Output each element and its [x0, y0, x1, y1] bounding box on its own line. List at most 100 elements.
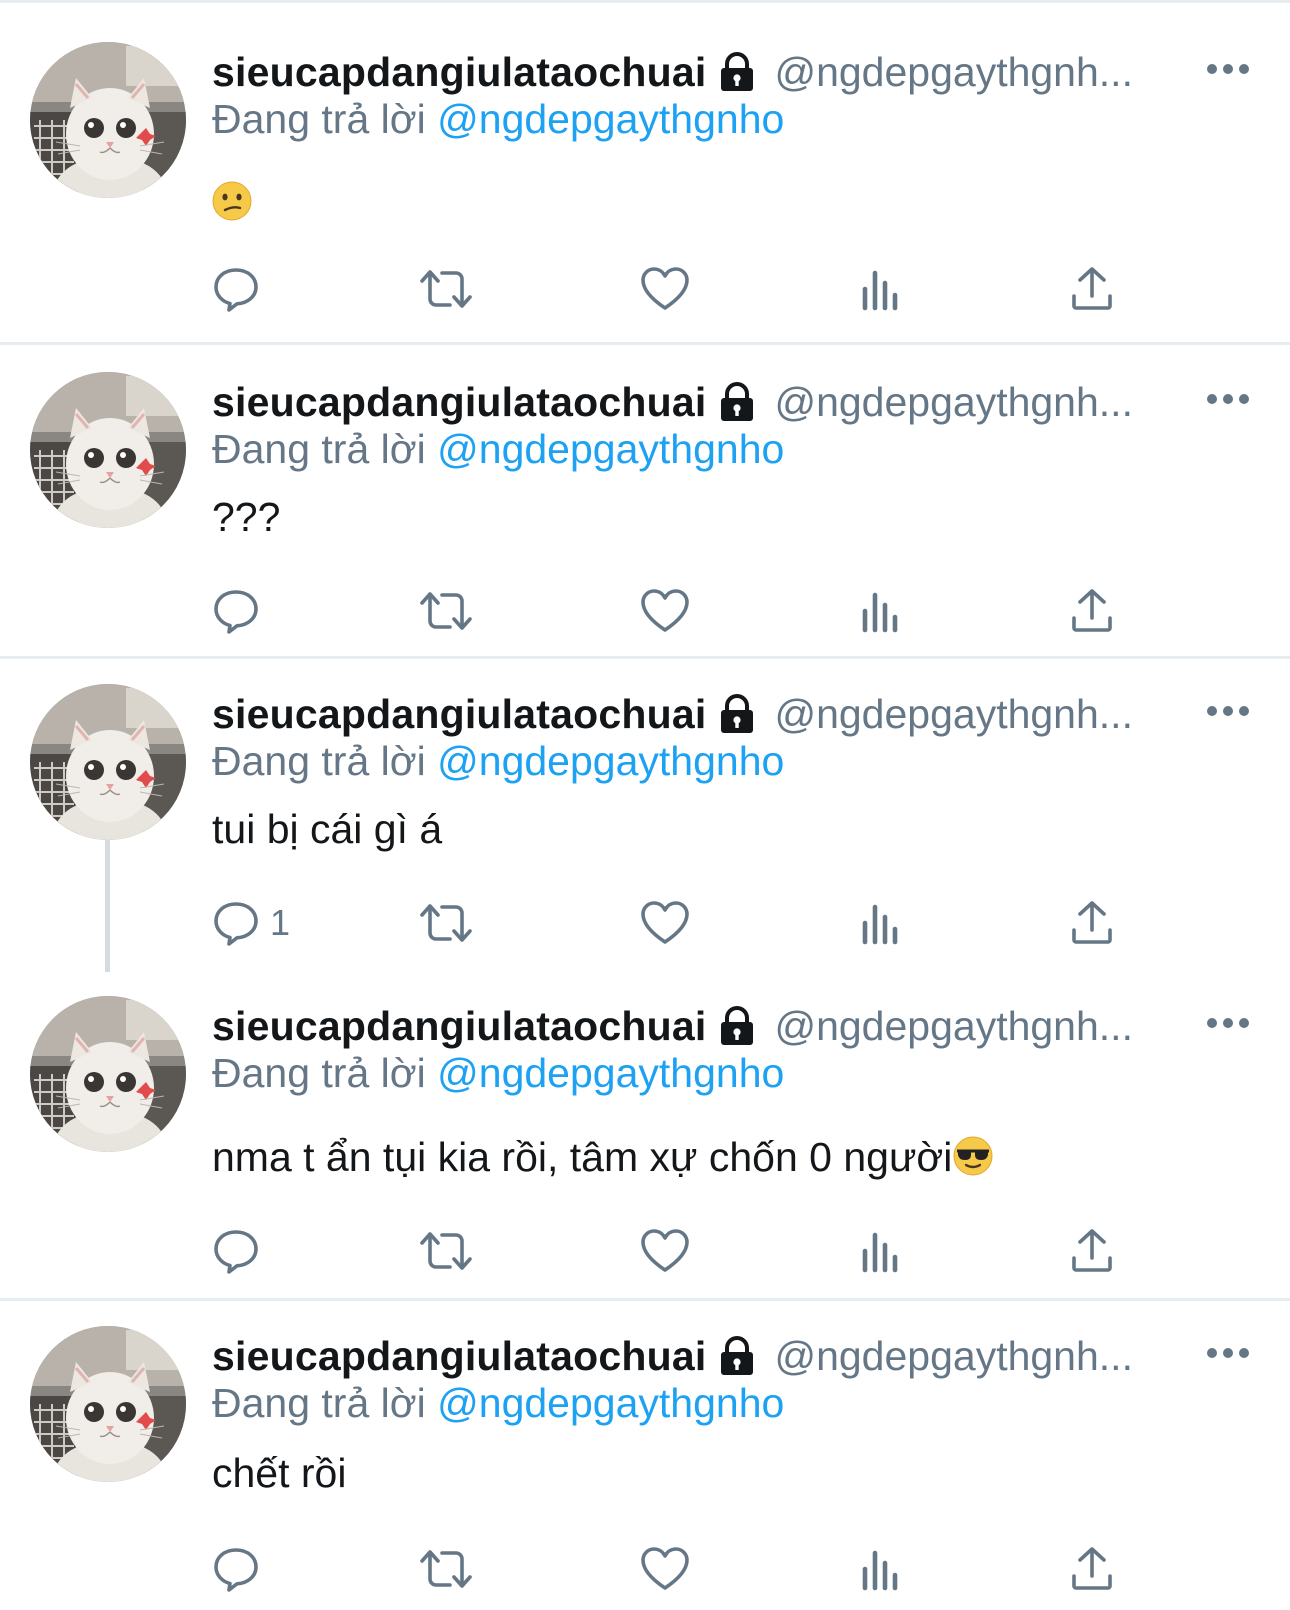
analytics-button[interactable] [860, 264, 900, 314]
more-icon[interactable] [1206, 392, 1250, 404]
analytics-button[interactable] [860, 1544, 900, 1594]
analytics-icon [860, 1547, 900, 1591]
reply-prefix: Đang trả lời [212, 1050, 426, 1096]
reply-mention-link[interactable]: @ngdepgaythgnho [437, 426, 784, 472]
analytics-icon [860, 1229, 900, 1273]
user-handle[interactable]: @ngdepgaythgnh... [774, 379, 1133, 426]
tweet-actions [212, 1544, 1132, 1594]
more-icon[interactable] [1206, 1346, 1250, 1358]
lock-icon [716, 381, 758, 423]
like-button[interactable] [640, 1544, 690, 1594]
tweet[interactable]: sieucapdangiulataochuai @ngdepgaythgnh..… [0, 372, 1290, 652]
lock-icon [716, 51, 758, 93]
tweet-header: sieucapdangiulataochuai @ngdepgaythgnh..… [212, 46, 1252, 98]
tweet-divider [0, 342, 1290, 345]
confused-face-icon [212, 181, 252, 231]
like-button[interactable] [640, 898, 690, 948]
display-name[interactable]: sieucapdangiulataochuai [212, 1003, 706, 1050]
more-icon[interactable] [1206, 62, 1250, 74]
share-icon [1070, 266, 1114, 312]
analytics-icon [860, 267, 900, 311]
more-icon[interactable] [1206, 704, 1250, 716]
lock-icon [716, 693, 758, 735]
display-name[interactable]: sieucapdangiulataochuai [212, 1333, 706, 1380]
reply-prefix: Đang trả lời [212, 96, 426, 142]
analytics-button[interactable] [860, 586, 900, 636]
tweet-header: sieucapdangiulataochuai @ngdepgaythgnh..… [212, 376, 1252, 428]
reply-button[interactable] [212, 264, 270, 314]
retweet-icon [418, 899, 474, 947]
reply-mention-link[interactable]: @ngdepgaythgnho [437, 738, 784, 784]
user-handle[interactable]: @ngdepgaythgnh... [774, 49, 1133, 96]
reply-context: Đang trả lời @ngdepgaythgnho [212, 426, 784, 473]
user-handle[interactable]: @ngdepgaythgnh... [774, 1333, 1133, 1380]
tweet-actions: 1 [212, 898, 1132, 948]
avatar[interactable] [30, 42, 186, 198]
share-icon [1070, 1228, 1114, 1274]
share-icon [1070, 1546, 1114, 1592]
tweet-actions [212, 264, 1132, 314]
analytics-button[interactable] [860, 898, 900, 948]
reply-icon [212, 899, 260, 947]
retweet-button[interactable] [418, 1544, 474, 1594]
tweet-divider [0, 1298, 1290, 1301]
reply-icon [212, 1227, 260, 1275]
like-icon [640, 900, 690, 946]
retweet-button[interactable] [418, 586, 474, 636]
tweet-header: sieucapdangiulataochuai @ngdepgaythgnh..… [212, 1000, 1252, 1052]
avatar[interactable] [30, 1326, 186, 1482]
tweet-divider [0, 656, 1290, 659]
lock-icon [716, 1335, 758, 1377]
reply-mention-link[interactable]: @ngdepgaythgnho [437, 1050, 784, 1096]
user-handle[interactable]: @ngdepgaythgnh... [774, 1003, 1133, 1050]
reply-button[interactable] [212, 586, 270, 636]
analytics-icon [860, 589, 900, 633]
reply-mention-link[interactable]: @ngdepgaythgnho [437, 96, 784, 142]
like-button[interactable] [640, 264, 690, 314]
reply-context: Đang trả lời @ngdepgaythgnho [212, 1380, 784, 1427]
tweet-header: sieucapdangiulataochuai @ngdepgaythgnh..… [212, 688, 1252, 740]
like-button[interactable] [640, 1226, 690, 1276]
share-button[interactable] [1070, 586, 1114, 636]
reply-count: 1 [270, 902, 291, 943]
retweet-icon [418, 1227, 474, 1275]
user-handle[interactable]: @ngdepgaythgnh... [774, 691, 1133, 738]
retweet-icon [418, 1545, 474, 1593]
more-icon[interactable] [1206, 1016, 1250, 1028]
reply-context: Đang trả lời @ngdepgaythgnho [212, 738, 784, 785]
share-button[interactable] [1070, 264, 1114, 314]
display-name[interactable]: sieucapdangiulataochuai [212, 49, 706, 96]
tweet[interactable]: sieucapdangiulataochuai @ngdepgaythgnh..… [0, 1326, 1290, 1610]
analytics-icon [860, 901, 900, 945]
reply-icon [212, 587, 260, 635]
tweet-header: sieucapdangiulataochuai @ngdepgaythgnh..… [212, 1330, 1252, 1382]
top-divider [0, 0, 1290, 3]
reply-button[interactable] [212, 1226, 270, 1276]
reply-mention-link[interactable]: @ngdepgaythgnho [437, 1380, 784, 1426]
reply-button[interactable] [212, 1544, 270, 1594]
avatar[interactable] [30, 684, 186, 840]
retweet-button[interactable] [418, 264, 474, 314]
share-button[interactable] [1070, 1226, 1114, 1276]
avatar[interactable] [30, 996, 186, 1152]
retweet-button[interactable] [418, 898, 474, 948]
share-button[interactable] [1070, 1544, 1114, 1594]
lock-icon [716, 1005, 758, 1047]
tweet-text-content: tui bị cái gì á [212, 806, 443, 852]
sunglasses-face-icon [952, 1135, 994, 1187]
reply-icon [212, 265, 260, 313]
avatar[interactable] [30, 372, 186, 528]
reply-button[interactable]: 1 [212, 898, 290, 948]
share-button[interactable] [1070, 898, 1114, 948]
tweet-text: tui bị cái gì á [212, 806, 442, 853]
tweet[interactable]: sieucapdangiulataochuai @ngdepgaythgnh..… [0, 42, 1290, 342]
display-name[interactable]: sieucapdangiulataochuai [212, 379, 706, 426]
tweet-text: chết rồi [212, 1450, 346, 1497]
analytics-button[interactable] [860, 1226, 900, 1276]
display-name[interactable]: sieucapdangiulataochuai [212, 691, 706, 738]
tweet[interactable]: sieucapdangiulataochuai @ngdepgaythgnh..… [0, 996, 1290, 1296]
tweet[interactable]: sieucapdangiulataochuai @ngdepgaythgnh..… [0, 684, 1290, 984]
like-icon [640, 266, 690, 312]
retweet-button[interactable] [418, 1226, 474, 1276]
like-button[interactable] [640, 586, 690, 636]
